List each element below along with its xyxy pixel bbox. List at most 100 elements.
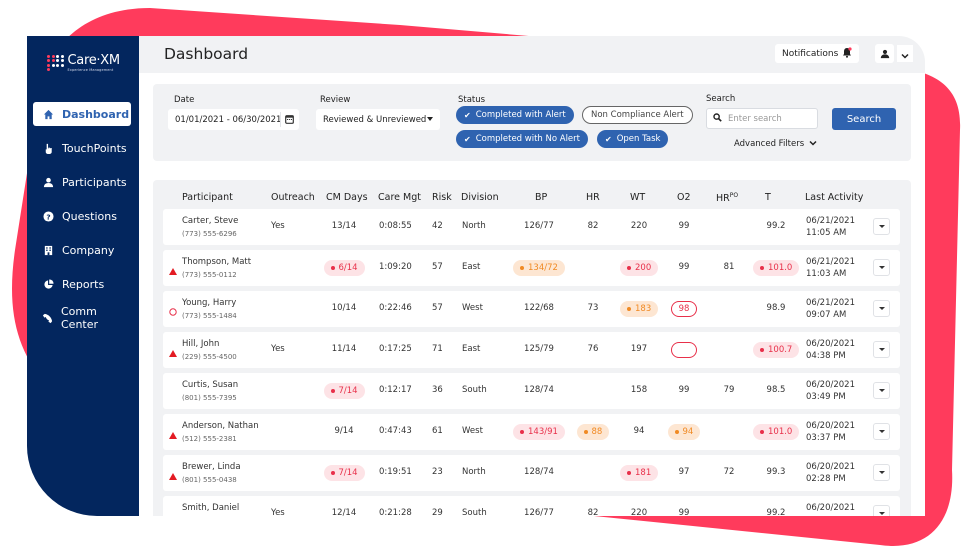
notifications-button[interactable]: Notifications — [775, 44, 860, 63]
last-activity-time: 03:49 PM — [806, 392, 846, 402]
column-header-hr[interactable]: HR — [586, 192, 600, 203]
row-expand-button[interactable] — [873, 259, 890, 276]
column-header-last-activity[interactable]: Last Activity — [805, 192, 863, 203]
status-chip-non-compliance-alert[interactable]: Non Compliance Alert — [582, 106, 693, 124]
chevron-down-icon — [809, 139, 817, 149]
caret-down-icon — [878, 266, 885, 269]
outreach-value: Yes — [271, 508, 285, 516]
table-row[interactable]: Anderson, Nathan (512) 555-2381 0:47:43 61 W… — [163, 414, 900, 450]
sidebar-item-reports[interactable]: Reports — [33, 272, 131, 296]
alert-triangle-icon — [169, 424, 177, 443]
cm-days-value: 6/14 — [323, 260, 365, 276]
column-header-outreach[interactable]: Outreach — [271, 192, 315, 203]
status-dot-icon — [760, 266, 764, 270]
search-input[interactable]: Enter search — [706, 108, 818, 129]
cm-days-value: 7/14 — [323, 465, 365, 481]
date-range-input[interactable]: 01/01/2021 - 06/30/2021 — [168, 109, 299, 130]
sidebar-item-comm-center[interactable]: Comm Center — [33, 305, 131, 331]
table-row[interactable]: Curtis, Susan (801) 555-7395 0:12:17 36 Sout… — [163, 373, 900, 409]
sidebar-item-label: Participants — [62, 175, 127, 189]
row-expand-button[interactable] — [873, 423, 890, 440]
division-value: West — [462, 426, 483, 436]
status-dot-icon — [674, 430, 679, 434]
sidebar-item-questions[interactable]: ? Questions — [33, 204, 131, 228]
row-expand-button[interactable] — [873, 382, 890, 399]
column-header-hr-po[interactable]: HRPO — [716, 192, 738, 204]
care-mgt-value: 0:22:46 — [379, 303, 412, 313]
care-mgt-value: 0:08:55 — [379, 221, 412, 231]
table-row[interactable]: Smith, Daniel Yes 0:21:28 29 South 12/14 126/7… — [163, 496, 900, 516]
last-activity-date: 06/21/2021 — [806, 216, 855, 226]
row-expand-button[interactable] — [873, 341, 890, 358]
wt-value: 197 — [630, 344, 648, 354]
question-circle-icon: ? — [42, 210, 54, 222]
svg-text:?: ? — [46, 212, 50, 221]
bp-value: 143/91 — [513, 424, 565, 440]
logo-tagline: Experience Management — [67, 68, 114, 72]
participant-name[interactable]: Young, Harry — [182, 298, 236, 308]
participant-name[interactable]: Hill, John — [182, 339, 219, 349]
participant-name[interactable]: Brewer, Linda — [182, 462, 241, 472]
user-menu-dropdown[interactable] — [897, 45, 913, 62]
row-expand-button[interactable] — [873, 218, 890, 235]
search-button[interactable]: Search — [832, 108, 896, 130]
search-label: Search — [706, 94, 736, 104]
column-header-bp[interactable]: BP — [535, 192, 547, 203]
column-header-care-mgt[interactable]: Care Mgt — [378, 192, 421, 203]
row-expand-button[interactable] — [873, 505, 890, 516]
sidebar-item-touchpoints[interactable]: TouchPoints — [33, 136, 131, 160]
table-row[interactable]: Brewer, Linda (801) 555-0438 0:19:51 23 Nort… — [163, 455, 900, 491]
last-activity-date: 06/20/2021 — [806, 380, 855, 390]
participant-name[interactable]: Anderson, Nathan — [182, 421, 259, 431]
calendar-icon[interactable] — [285, 114, 294, 127]
status-dot-icon — [330, 266, 335, 270]
column-header-cm-days[interactable]: CM Days — [326, 192, 368, 203]
last-activity-date: 06/20/2021 — [806, 503, 855, 513]
building-icon — [42, 244, 54, 256]
column-header-participant[interactable]: Participant — [182, 192, 233, 203]
division-value: North — [462, 467, 486, 477]
caret-down-icon — [878, 471, 885, 474]
review-select[interactable]: Reviewed & Unreviewed — [316, 109, 440, 130]
status-chip-completed-with-no-alert[interactable]: ✔ Completed with No Alert — [456, 130, 588, 148]
participant-phone: (773) 555-0112 — [182, 271, 237, 279]
status-chip-completed-with-alert[interactable]: ✔ Completed with Alert — [456, 106, 574, 124]
sidebar-item-company[interactable]: Company — [33, 238, 131, 262]
home-icon — [42, 108, 54, 120]
sidebar-item-participants[interactable]: Participants — [33, 170, 131, 194]
check-icon: ✔ — [605, 134, 612, 144]
participant-name[interactable]: Thompson, Matt — [182, 257, 251, 267]
column-header-wt[interactable]: WT — [630, 192, 645, 203]
participant-name[interactable]: Carter, Steve — [182, 216, 238, 226]
participant-name[interactable]: Smith, Daniel — [182, 503, 239, 513]
risk-value: 71 — [432, 344, 443, 354]
last-activity-time: 11:05 AM — [806, 228, 847, 238]
row-expand-button[interactable] — [873, 464, 890, 481]
table-row[interactable]: Young, Harry (773) 555-1484 0:22:46 57 West 1… — [163, 291, 900, 327]
row-expand-button[interactable] — [873, 300, 890, 317]
t-value: 99.3 — [766, 467, 786, 477]
column-header-t[interactable]: T — [765, 192, 771, 203]
sidebar-nav: Dashboard TouchPoints Participants ? Que… — [33, 102, 131, 340]
division-value: East — [462, 262, 481, 272]
last-activity-date: 06/20/2021 — [806, 462, 855, 472]
table-row[interactable]: Hill, John (229) 555-4500 Yes 0:17:25 71 East… — [163, 332, 900, 368]
status-dot-icon — [330, 389, 335, 393]
status-dot-icon — [520, 430, 524, 434]
column-header-risk[interactable]: Risk — [432, 192, 452, 203]
risk-value: 57 — [432, 303, 443, 313]
participant-phone: (773) 555-1484 — [182, 312, 237, 320]
user-menu-button[interactable] — [875, 44, 894, 63]
bp-value: 128/74 — [524, 467, 554, 477]
column-header-division[interactable]: Division — [461, 192, 499, 203]
table-row[interactable]: Thompson, Matt (773) 555-0112 1:09:20 57 Eas… — [163, 250, 900, 286]
status-chip-open-task[interactable]: ✔ Open Task — [597, 130, 669, 148]
sidebar-item-dashboard[interactable]: Dashboard — [33, 102, 131, 126]
advanced-filters-toggle[interactable]: Advanced Filters — [734, 139, 817, 149]
filters-panel: Date 01/01/2021 - 06/30/2021 Review Revi… — [153, 84, 911, 161]
column-header-o2[interactable]: O2 — [677, 192, 691, 203]
participant-name[interactable]: Curtis, Susan — [182, 380, 238, 390]
care-mgt-value: 0:12:17 — [379, 385, 412, 395]
status-dot-icon — [520, 266, 524, 270]
table-row[interactable]: Carter, Steve (773) 555-6296 Yes 0:08:55 42 N… — [163, 209, 900, 245]
